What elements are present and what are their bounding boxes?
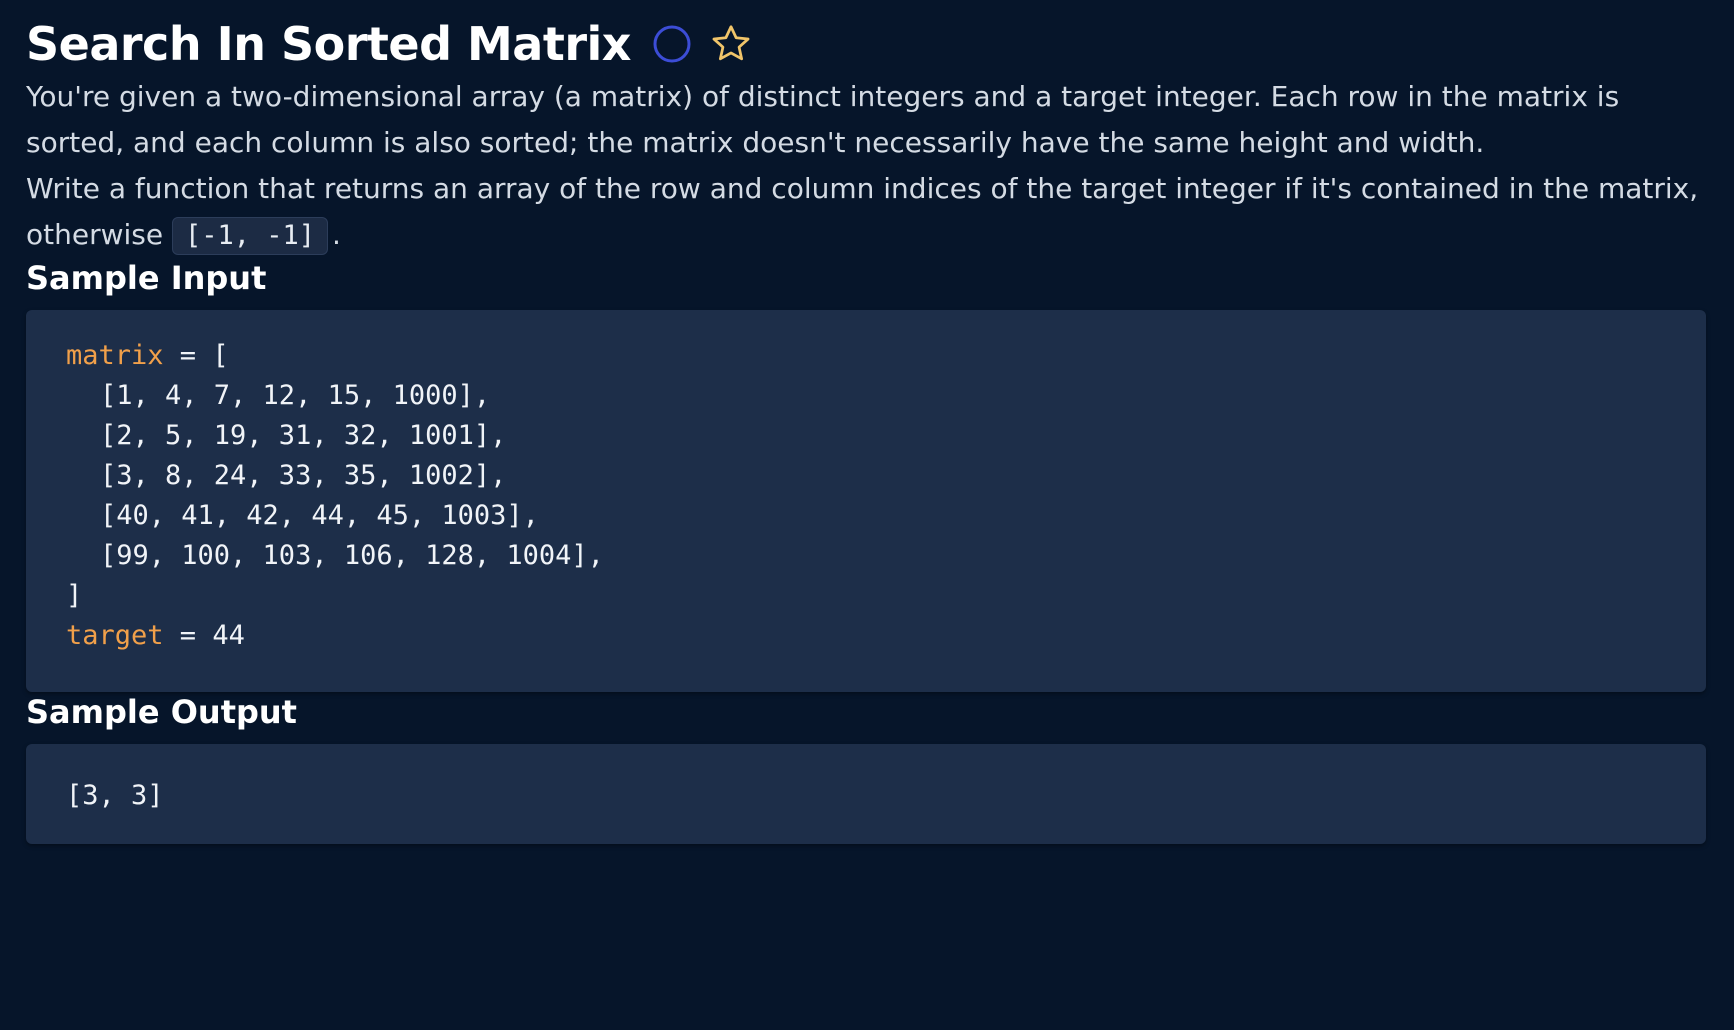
problem-page: Search In Sorted Matrix You're given a t… bbox=[0, 0, 1734, 1030]
sample-output-value: [3, 3] bbox=[66, 780, 164, 811]
description-paragraph-2-end: . bbox=[332, 218, 341, 251]
matrix-open-bracket: = [ bbox=[163, 340, 229, 371]
matrix-row: [40, 41, 42, 44, 45, 1003], bbox=[100, 500, 539, 531]
matrix-row: [99, 100, 103, 106, 128, 1004], bbox=[100, 540, 604, 571]
matrix-row: [2, 5, 19, 31, 32, 1001], bbox=[100, 420, 507, 451]
target-value: = 44 bbox=[163, 620, 245, 651]
matrix-close-bracket: ] bbox=[66, 580, 83, 611]
code-line-target: target = 44 bbox=[66, 616, 1666, 656]
sample-output-code-block: [3, 3] bbox=[26, 744, 1706, 844]
inline-code-not-found: [-1, -1] bbox=[172, 217, 329, 255]
code-line-matrix-open: matrix = [ bbox=[66, 336, 1666, 376]
matrix-row: [3, 8, 24, 33, 35, 1002], bbox=[100, 460, 507, 491]
page-title: Search In Sorted Matrix bbox=[26, 17, 631, 71]
matrix-row: [1, 4, 7, 12, 15, 1000], bbox=[100, 380, 491, 411]
sample-output-heading: Sample Output bbox=[26, 693, 297, 731]
sample-input-heading: Sample Input bbox=[26, 259, 267, 297]
description-paragraph-2: Write a function that returns an array o… bbox=[26, 166, 1708, 258]
circle-icon[interactable] bbox=[651, 23, 693, 65]
title-row: Search In Sorted Matrix bbox=[26, 14, 1708, 74]
star-icon[interactable] bbox=[709, 22, 753, 66]
matrix-variable: matrix bbox=[66, 340, 164, 371]
sample-input-code-block: matrix = [ [1, 4, 7, 12, 15, 1000], [2, 5,… bbox=[26, 310, 1706, 692]
description-paragraph-1: You're given a two-dimensional array (a … bbox=[26, 80, 1620, 159]
target-variable: target bbox=[66, 620, 164, 651]
